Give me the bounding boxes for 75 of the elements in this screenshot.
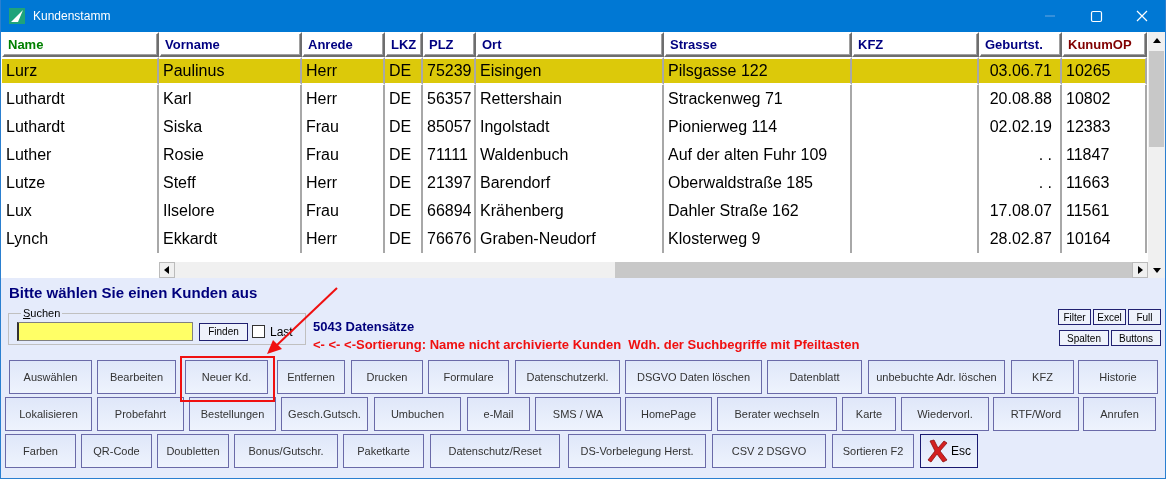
action-button[interactable]: e-Mail (467, 397, 530, 431)
action-button[interactable]: Sortieren F2 (832, 434, 914, 468)
small-button[interactable]: Spalten (1059, 330, 1109, 346)
horizontal-scrollbar[interactable] (159, 262, 1148, 278)
action-button[interactable]: Bonus/Gutschr. (234, 434, 338, 468)
action-button[interactable]: unbebuchte Adr. löschen (868, 360, 1005, 394)
action-button[interactable]: Paketkarte (343, 434, 424, 468)
column-header[interactable]: Ort (476, 32, 664, 57)
action-button[interactable]: Neuer Kd. (185, 360, 268, 394)
small-button[interactable]: Filter (1058, 309, 1091, 325)
action-button[interactable]: Bestellungen (189, 397, 276, 431)
action-button[interactable]: Farben (5, 434, 76, 468)
vertical-scrollbar[interactable] (1148, 32, 1165, 278)
action-button[interactable]: RTF/Word (993, 397, 1079, 431)
find-button[interactable]: Finden (199, 322, 248, 341)
table-cell: Eisingen (476, 57, 664, 85)
column-header[interactable]: Name (2, 32, 159, 57)
small-button[interactable]: Buttons (1111, 330, 1161, 346)
action-button[interactable]: Anrufen (1083, 397, 1156, 431)
action-button[interactable]: SMS / WA (535, 397, 621, 431)
action-button[interactable]: Probefahrt (97, 397, 184, 431)
table-cell: Herr (302, 57, 385, 85)
action-button[interactable]: Datenschutz/Reset (430, 434, 560, 468)
scroll-right-icon[interactable] (1132, 262, 1148, 278)
action-button[interactable]: HomePage (625, 397, 712, 431)
scroll-thumb[interactable] (1149, 51, 1164, 147)
action-button[interactable]: Entfernen (277, 360, 345, 394)
action-button[interactable]: QR-Code (81, 434, 152, 468)
column-header[interactable]: Geburtst. (979, 32, 1062, 57)
table-cell: Lurz (2, 57, 159, 85)
action-button[interactable]: Karte (842, 397, 896, 431)
action-button[interactable]: Lokalisieren (5, 397, 92, 431)
action-button[interactable]: Formulare (428, 360, 509, 394)
action-button[interactable]: DS-Vorbelegung Herst. (568, 434, 706, 468)
action-button[interactable]: CSV 2 DSGVO (712, 434, 826, 468)
column-header[interactable]: KunumOP (1062, 32, 1147, 57)
action-button[interactable]: Berater wechseln (717, 397, 837, 431)
sort-hint: <- <- <-Sortierung: Name nicht archivierte Kunden Wdh. der Suchbegriffe mit Pfeiltasten (313, 337, 860, 352)
record-count: 5043 Datensätze (313, 319, 416, 334)
action-button[interactable]: Historie (1078, 360, 1158, 394)
scroll-thumb[interactable] (615, 262, 1132, 278)
action-button[interactable]: Datenblatt (767, 360, 862, 394)
table-cell: DE (385, 57, 423, 85)
escape-button[interactable]: Esc (920, 434, 978, 468)
action-button[interactable]: Bearbeiten (97, 360, 176, 394)
action-button[interactable]: Wiedervorl. (901, 397, 989, 431)
small-button[interactable]: Full (1128, 309, 1161, 325)
column-header[interactable]: Vorname (159, 32, 302, 57)
table-cell: Pilsgasse 122 (664, 57, 852, 85)
action-button[interactable]: KFZ (1011, 360, 1074, 394)
action-button[interactable]: Umbuchen (374, 397, 461, 431)
column-header[interactable]: LKZ (385, 32, 423, 57)
small-button[interactable]: Excel (1093, 309, 1126, 325)
table-cell: 03.06.71 (979, 57, 1062, 85)
table-cell: 75239 (423, 57, 476, 85)
action-button[interactable]: DSGVO Daten löschen (625, 360, 762, 394)
column-header[interactable]: Strasse (664, 32, 852, 57)
column-header[interactable]: KFZ (852, 32, 979, 57)
group-label: Suchen (22, 307, 62, 319)
scroll-left-icon[interactable] (159, 262, 175, 278)
table-cell: Paulinus (159, 57, 302, 85)
window-title: Kundenstamm (33, 9, 111, 23)
action-button[interactable]: Auswählen (9, 360, 92, 394)
app-icon (9, 8, 25, 24)
checkbox[interactable] (252, 325, 265, 338)
action-button[interactable]: Drucken (351, 360, 423, 394)
search-field[interactable] (17, 322, 193, 341)
prompt-heading: Bitte wählen Sie einen Kunden aus (9, 284, 259, 302)
action-button[interactable]: Gesch.Gutsch. (281, 397, 368, 431)
column-header[interactable]: Anrede (302, 32, 385, 57)
action-button[interactable]: Doubletten (157, 434, 229, 468)
table-cell: 10265 (1062, 57, 1147, 85)
cross-icon (927, 439, 949, 463)
action-button[interactable]: Datenschutzerkl. (515, 360, 620, 394)
column-header[interactable]: PLZ (423, 32, 476, 57)
